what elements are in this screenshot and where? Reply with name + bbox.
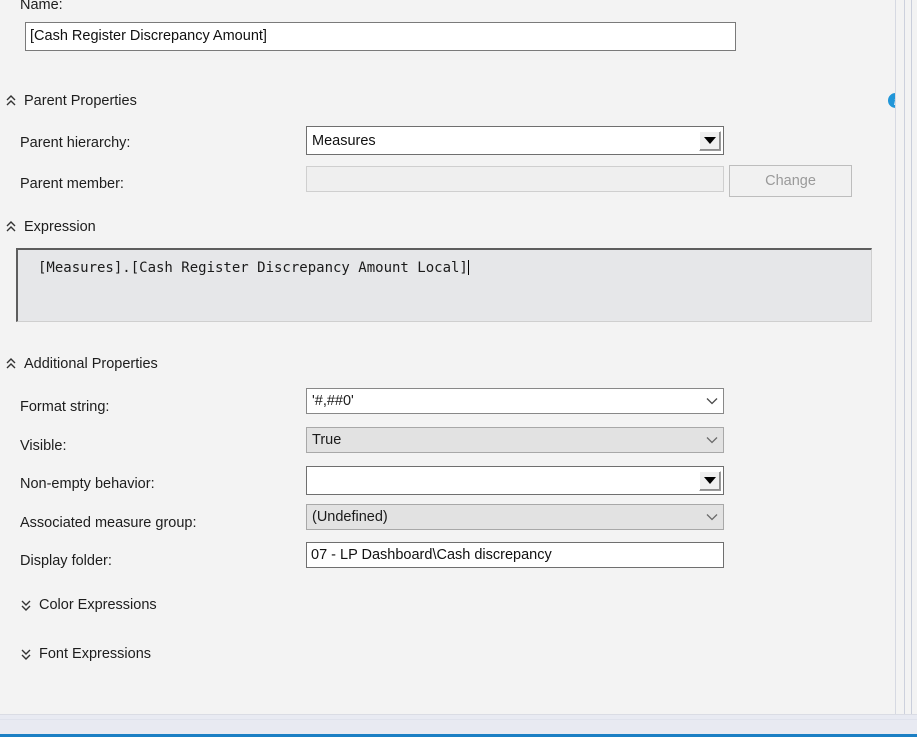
properties-content-area: Name: [Cash Register Discrepancy Amount]…	[0, 0, 896, 714]
strip-divider	[0, 719, 917, 720]
visible-dropdown[interactable]: True	[306, 427, 724, 453]
chevron-up-double-icon	[5, 94, 17, 108]
section-header-additional-properties[interactable]: Additional Properties	[5, 355, 158, 373]
chevron-down-double-icon	[20, 647, 32, 661]
name-label: Name:	[20, 0, 63, 13]
expression-value: [Measures].[Cash Register Discrepancy Am…	[38, 260, 468, 276]
measure-properties-panel: Name: [Cash Register Discrepancy Amount]…	[0, 0, 917, 737]
format-string-dropdown[interactable]: '#,##0'	[306, 388, 724, 414]
display-folder-value: 07 - LP Dashboard\Cash discrepancy	[311, 546, 552, 563]
chevron-up-double-icon	[5, 357, 17, 371]
section-title-expression: Expression	[24, 219, 96, 235]
parent-member-label: Parent member:	[20, 176, 124, 192]
visible-label: Visible:	[20, 438, 67, 454]
section-title-additional-properties: Additional Properties	[24, 356, 158, 372]
format-string-label: Format string:	[20, 399, 110, 415]
bottom-status-strip	[0, 714, 917, 737]
change-button: Change	[729, 165, 852, 197]
non-empty-behavior-dropdown[interactable]	[306, 466, 724, 495]
parent-hierarchy-dropdown[interactable]: Measures	[306, 126, 724, 155]
name-input-value: [Cash Register Discrepancy Amount]	[30, 28, 267, 45]
associated-measure-group-value: (Undefined)	[312, 509, 388, 525]
dropdown-arrow-icon[interactable]	[699, 130, 721, 151]
section-title-parent-properties: Parent Properties	[24, 93, 137, 109]
chevron-up-double-icon	[5, 220, 17, 234]
parent-hierarchy-label: Parent hierarchy:	[20, 135, 131, 151]
expression-editor[interactable]: [Measures].[Cash Register Discrepancy Am…	[16, 248, 872, 322]
section-header-expression[interactable]: Expression	[5, 218, 96, 236]
display-folder-label: Display folder:	[20, 553, 112, 569]
chevron-down-double-icon	[20, 598, 32, 612]
section-title-color-expressions: Color Expressions	[39, 597, 157, 613]
dropdown-arrow-icon[interactable]	[699, 470, 721, 491]
chevron-down-icon[interactable]	[701, 436, 723, 444]
section-header-font-expressions[interactable]: Font Expressions	[20, 645, 151, 663]
non-empty-behavior-label: Non-empty behavior:	[20, 476, 155, 492]
panel-right-edge	[895, 0, 917, 722]
parent-member-input	[306, 166, 724, 192]
name-input[interactable]: [Cash Register Discrepancy Amount]	[25, 22, 736, 51]
section-title-font-expressions: Font Expressions	[39, 646, 152, 662]
section-header-parent-properties[interactable]: Parent Properties	[5, 92, 137, 110]
format-string-value: '#,##0'	[312, 393, 354, 409]
parent-hierarchy-value: Measures	[312, 132, 376, 149]
associated-measure-group-dropdown[interactable]: (Undefined)	[306, 504, 724, 530]
associated-measure-group-label: Associated measure group:	[20, 515, 197, 531]
section-header-color-expressions[interactable]: Color Expressions	[20, 596, 157, 614]
expression-text-line: [Measures].[Cash Register Discrepancy Am…	[18, 250, 871, 276]
chevron-down-icon[interactable]	[701, 397, 723, 405]
visible-value: True	[312, 432, 342, 448]
display-folder-input[interactable]: 07 - LP Dashboard\Cash discrepancy	[306, 542, 724, 568]
chevron-down-icon[interactable]	[701, 513, 723, 521]
text-caret	[467, 260, 469, 275]
